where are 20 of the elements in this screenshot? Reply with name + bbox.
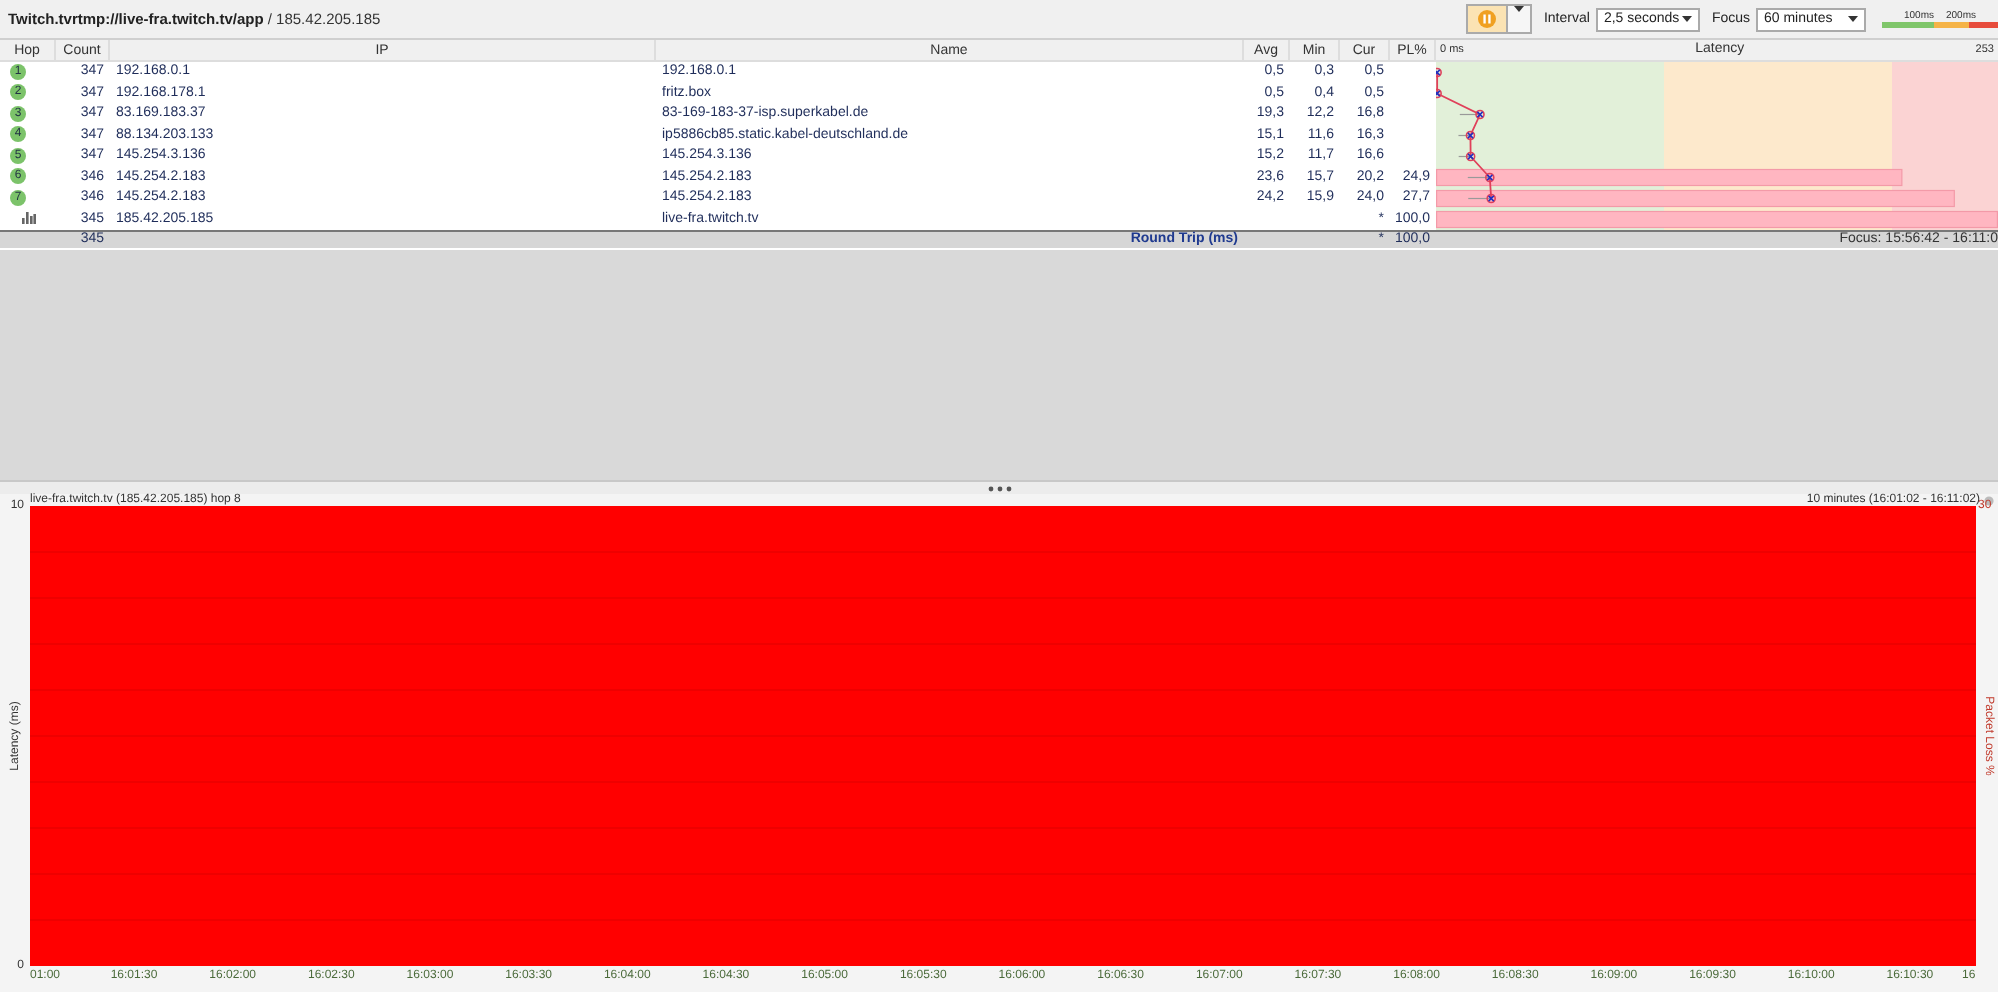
caret-icon bbox=[1848, 16, 1858, 22]
latency-marker bbox=[1465, 150, 1476, 161]
latency-line bbox=[1436, 70, 1493, 199]
range-line bbox=[1457, 133, 1472, 136]
latency-marker bbox=[1475, 108, 1485, 119]
caret-icon bbox=[1681, 16, 1692, 22]
latency-marker bbox=[1436, 66, 1442, 77]
latency-scale-bar bbox=[1882, 22, 1998, 28]
latency-marker bbox=[1485, 171, 1495, 182]
range-line bbox=[1467, 196, 1492, 199]
latency-marker bbox=[1486, 192, 1496, 203]
latency-marker bbox=[1436, 87, 1442, 98]
splitter-handle-icon[interactable] bbox=[987, 485, 1011, 491]
bar-chart-icon[interactable] bbox=[21, 212, 35, 225]
range-line bbox=[1459, 112, 1481, 115]
caret-icon bbox=[1513, 6, 1524, 12]
range-line bbox=[1467, 175, 1491, 178]
range-line bbox=[1458, 154, 1472, 157]
latency-marker bbox=[1465, 129, 1476, 140]
pause-icon bbox=[1477, 10, 1496, 28]
